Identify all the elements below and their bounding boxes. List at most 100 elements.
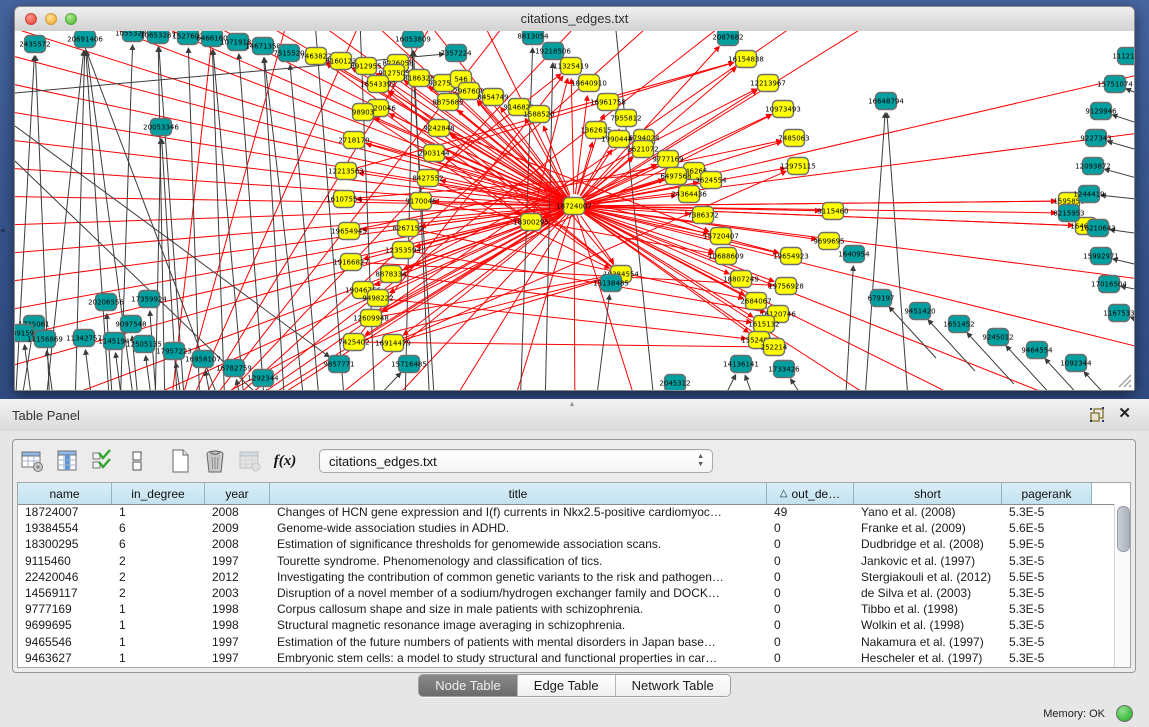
graph-edge[interactable]	[574, 206, 575, 390]
cell-short: Dudbridge et al. (2008)	[854, 537, 1002, 551]
window-title: citations_edges.txt	[15, 11, 1134, 26]
graph-node-label: 16210643	[1080, 225, 1116, 233]
cell-out_de: 0	[767, 618, 854, 632]
cell-short: Stergiakouli et al. (2012)	[854, 570, 1002, 584]
cell-out_de: 0	[767, 602, 854, 616]
tab-node-table[interactable]: Node Table	[419, 675, 518, 696]
cell-out_de: 49	[767, 505, 854, 519]
cell-pagerank: 5.6E-5	[1002, 521, 1092, 535]
graph-edge[interactable]	[354, 342, 761, 347]
table-row[interactable]: 946554611997Estimation of the future num…	[18, 634, 1114, 650]
graph-node-label: 10653287	[140, 32, 176, 40]
cell-title: Disruption of a novel member of a sodium…	[270, 586, 767, 600]
cell-name: 18724007	[18, 505, 112, 519]
graph-edge[interactable]	[85, 350, 93, 390]
graph-node-label: 1362615	[580, 127, 611, 135]
graph-node-label: 8215953	[1053, 210, 1084, 218]
scrollbar-thumb[interactable]	[1117, 506, 1130, 552]
graph-edge[interactable]	[745, 375, 760, 390]
status-bar: Memory: OK	[0, 701, 1149, 727]
graph-node-label: 11156869	[27, 336, 63, 344]
graph-edge[interactable]	[887, 113, 908, 390]
tab-network-table[interactable]: Network Table	[616, 675, 730, 696]
graph-edge[interactable]	[1105, 169, 1134, 183]
column-header-short[interactable]: short	[854, 483, 1002, 504]
column-visibility-button[interactable]	[54, 448, 80, 474]
column-header-name[interactable]: name	[18, 483, 112, 504]
table-row[interactable]: 1830029562008Estimation of significance …	[18, 536, 1114, 552]
column-header-in_degree[interactable]: in_degree	[112, 483, 205, 504]
cell-out_de: 0	[767, 570, 854, 584]
splitter-handle-icon[interactable]: ▴	[570, 399, 574, 408]
column-header-pagerank[interactable]: pagerank	[1002, 483, 1092, 504]
delete-table-button[interactable]	[202, 448, 228, 474]
new-table-button[interactable]	[167, 448, 193, 474]
graph-edge[interactable]	[1130, 317, 1134, 326]
table-row[interactable]: 2242004622012Investigating the contribut…	[18, 569, 1114, 585]
window-titlebar[interactable]: citations_edges.txt	[15, 7, 1134, 32]
column-header-out_de[interactable]: △out_de…	[767, 483, 854, 504]
float-panel-icon[interactable]	[1089, 407, 1105, 423]
row-height-button[interactable]	[124, 448, 150, 474]
table-row[interactable]: 946362711997Embryonic stem cells: a mode…	[18, 650, 1114, 666]
table-row[interactable]: 977716911998Corpus callosum shape and si…	[18, 601, 1114, 617]
table-vertical-scrollbar[interactable]	[1114, 504, 1130, 667]
graph-edge[interactable]	[595, 295, 610, 390]
graph-edge[interactable]	[574, 206, 1115, 390]
graph-edge[interactable]	[15, 206, 574, 376]
graph-edge[interactable]	[574, 201, 1056, 206]
graph-edge[interactable]	[1126, 89, 1134, 101]
graph-edge[interactable]	[1112, 115, 1134, 129]
table-row[interactable]: 969969511998Structural magnetic resonanc…	[18, 617, 1114, 633]
table-row[interactable]: 1872400712008Changes of HCN gene express…	[18, 504, 1114, 520]
graph-edge[interactable]	[315, 31, 345, 390]
table-row[interactable]: 1938455462009Genome-wide association stu…	[18, 520, 1114, 536]
graph-edge[interactable]	[845, 266, 853, 390]
graph-edge[interactable]	[1101, 195, 1134, 201]
graph-node-label: 8267150	[392, 225, 423, 233]
graph-edge[interactable]	[371, 276, 608, 318]
memory-ok-indicator-icon[interactable]	[1116, 705, 1133, 722]
graph-edge[interactable]	[791, 379, 815, 390]
cell-name: 14569117	[18, 586, 112, 600]
graph-edge[interactable]	[378, 298, 746, 339]
table-selector-dropdown[interactable]: citations_edges.txt ▲▼	[319, 449, 713, 473]
graph-edge[interactable]	[715, 375, 736, 390]
graph-edge[interactable]	[1108, 141, 1134, 155]
close-panel-icon[interactable]: ✕	[1118, 406, 1131, 422]
cell-out_de: 0	[767, 586, 854, 600]
table-row[interactable]: 1456911722003Disruption of a novel membe…	[18, 585, 1114, 601]
cell-out_de: 0	[767, 537, 854, 551]
column-select-button[interactable]	[89, 448, 115, 474]
graph-node-label: 24364436	[671, 191, 707, 199]
window-resize-grip[interactable]	[1116, 372, 1132, 388]
graph-node-label: 7425402	[338, 339, 369, 347]
table-row[interactable]: 911546021997Tourette syndrome. Phenomeno…	[18, 553, 1114, 569]
graph-node-label: 19756928	[768, 283, 804, 291]
graph-node-label: 12353594	[385, 247, 421, 255]
graph-edge[interactable]	[571, 79, 573, 194]
column-label: pagerank	[1021, 487, 1071, 501]
cell-title: Embryonic stem cells: a model to study s…	[270, 651, 767, 665]
table-mode-button[interactable]	[19, 448, 45, 474]
graph-node-label: 18724007	[556, 203, 592, 211]
tab-edge-table[interactable]: Edge Table	[518, 675, 616, 696]
graph-node-label: 18300295	[513, 219, 549, 227]
graph-edge[interactable]	[15, 126, 329, 357]
graph-edge[interactable]	[574, 206, 1056, 213]
column-header-title[interactable]: title	[270, 483, 767, 504]
graph-node-label: 1615132	[748, 321, 779, 329]
graph-edge[interactable]	[146, 356, 153, 390]
column-header-year[interactable]: year	[205, 483, 270, 504]
graph-edge[interactable]	[25, 345, 33, 390]
graph-edge[interactable]	[365, 373, 401, 390]
function-builder-button[interactable]: f(x)	[272, 448, 298, 474]
graph-edge[interactable]	[264, 58, 285, 390]
network-canvas[interactable]: 1872400718300295193845547463822916012389…	[15, 31, 1134, 390]
graph-edge[interactable]	[354, 277, 608, 342]
cell-out_de: 0	[767, 635, 854, 649]
graph-edge[interactable]	[239, 54, 265, 390]
panel-collapse-arrow-icon[interactable]: ◂	[0, 225, 5, 236]
cell-name: 9115460	[18, 554, 112, 568]
cell-year: 1997	[205, 651, 270, 665]
